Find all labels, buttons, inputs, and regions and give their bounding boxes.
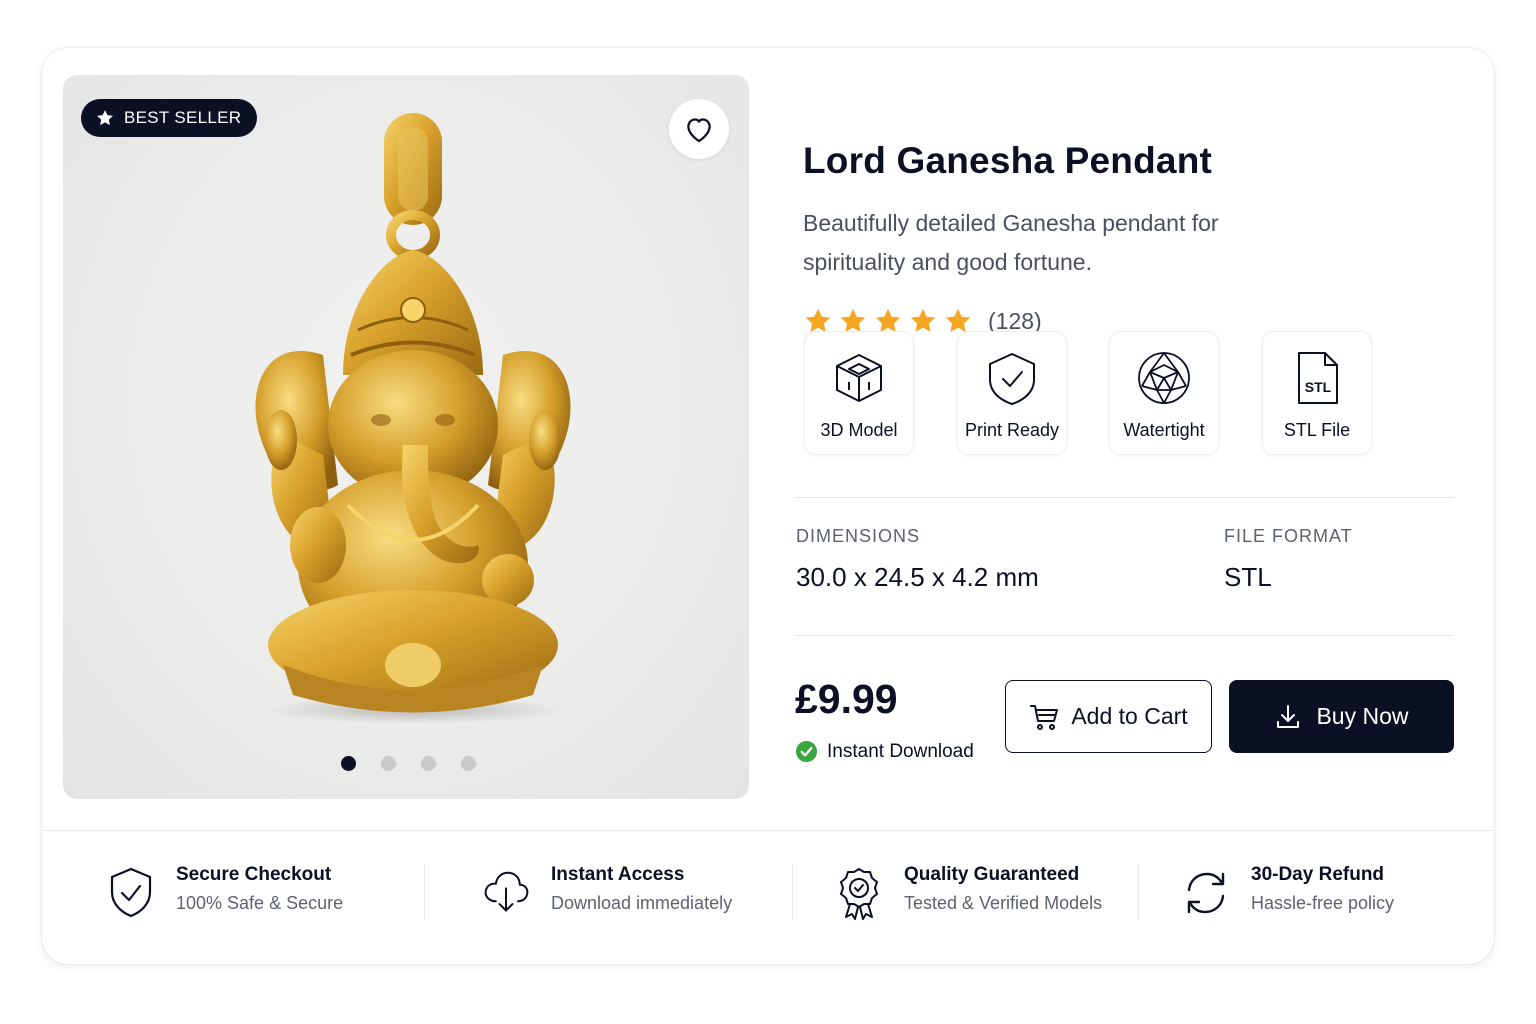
trust-quality-guaranteed: Quality Guaranteed Tested & Verified Mod… xyxy=(836,862,1102,920)
cube-icon xyxy=(836,354,882,402)
feature-label: STL File xyxy=(1283,420,1351,440)
trust-subtitle: 100% Safe & Secure xyxy=(176,893,344,913)
trust-separator xyxy=(792,864,793,920)
product-gallery[interactable]: BEST SELLER xyxy=(63,75,749,799)
instant-download-note: Instant Download xyxy=(795,740,974,763)
download-icon xyxy=(1277,704,1300,728)
trust-refund: 30-Day Refund Hassle-free policy xyxy=(1183,862,1394,920)
favorite-button[interactable] xyxy=(669,99,729,159)
feature-label: Print Ready xyxy=(964,420,1060,440)
add-to-cart-button[interactable]: Add to Cart xyxy=(1005,680,1212,753)
buy-now-label: Buy Now xyxy=(1316,703,1409,729)
feature-label: Watertight xyxy=(1123,420,1205,440)
cart-icon xyxy=(1030,704,1059,730)
product-price: £9.99 xyxy=(795,676,898,722)
cloud-download-icon xyxy=(484,871,529,912)
product-card: BEST SELLER Lord Ganesha Pendant Beautif… xyxy=(42,48,1494,964)
slide-dot-1[interactable] xyxy=(341,756,356,771)
trust-subtitle: Tested & Verified Models xyxy=(904,893,1103,913)
feature-watertight: Watertight xyxy=(1109,331,1219,455)
footer-divider xyxy=(42,830,1494,831)
divider xyxy=(796,635,1454,636)
check-circle-icon xyxy=(795,740,818,763)
slide-dot-4[interactable] xyxy=(461,756,476,771)
trust-secure-checkout: Secure Checkout 100% Safe & Secure xyxy=(108,862,343,920)
stl-file-icon: STL xyxy=(1298,352,1338,404)
stl-icon-text: STL xyxy=(1305,379,1332,395)
shield-check-icon xyxy=(989,353,1035,405)
star-icon xyxy=(97,110,113,126)
file-format-label: FILE FORMAT xyxy=(1224,526,1353,546)
geodesic-sphere-icon xyxy=(1138,352,1190,404)
trust-title: Secure Checkout xyxy=(176,864,332,885)
dimensions-value: 30.0 x 24.5 x 4.2 mm xyxy=(796,562,1039,592)
slide-dot-2[interactable] xyxy=(381,756,396,771)
product-image xyxy=(255,113,571,724)
product-description: Beautifully detailed Ganesha pendant for… xyxy=(803,210,1219,275)
add-to-cart-label: Add to Cart xyxy=(1071,703,1188,729)
buy-now-button[interactable]: Buy Now xyxy=(1229,680,1454,753)
star-icon xyxy=(910,308,936,332)
file-format-value: STL xyxy=(1224,562,1272,592)
trust-separator xyxy=(1138,864,1139,920)
trust-separator xyxy=(424,864,425,920)
dimensions-label: DIMENSIONS xyxy=(796,526,921,546)
trust-title: 30-Day Refund xyxy=(1251,864,1385,885)
trust-title: Quality Guaranteed xyxy=(904,864,1080,885)
refresh-icon xyxy=(1187,872,1225,914)
divider xyxy=(796,497,1454,498)
trust-subtitle: Hassle-free policy xyxy=(1251,893,1395,913)
feature-3d-model: 3D Model xyxy=(804,331,914,455)
award-badge-icon xyxy=(840,868,878,920)
instant-download-label: Instant Download xyxy=(827,740,974,762)
heart-icon xyxy=(687,118,711,143)
shield-check-icon xyxy=(110,867,152,918)
trust-subtitle: Download immediately xyxy=(551,893,733,913)
feature-print-ready: Print Ready xyxy=(957,331,1067,455)
slide-indicators xyxy=(341,756,476,771)
trust-instant-access: Instant Access Download immediately xyxy=(483,862,732,920)
feature-label: 3D Model xyxy=(820,420,898,440)
feature-stl-file: STL STL File xyxy=(1262,331,1372,455)
trust-title: Instant Access xyxy=(551,864,685,885)
product-title: Lord Ganesha Pendant xyxy=(803,140,1213,181)
slide-dot-3[interactable] xyxy=(421,756,436,771)
